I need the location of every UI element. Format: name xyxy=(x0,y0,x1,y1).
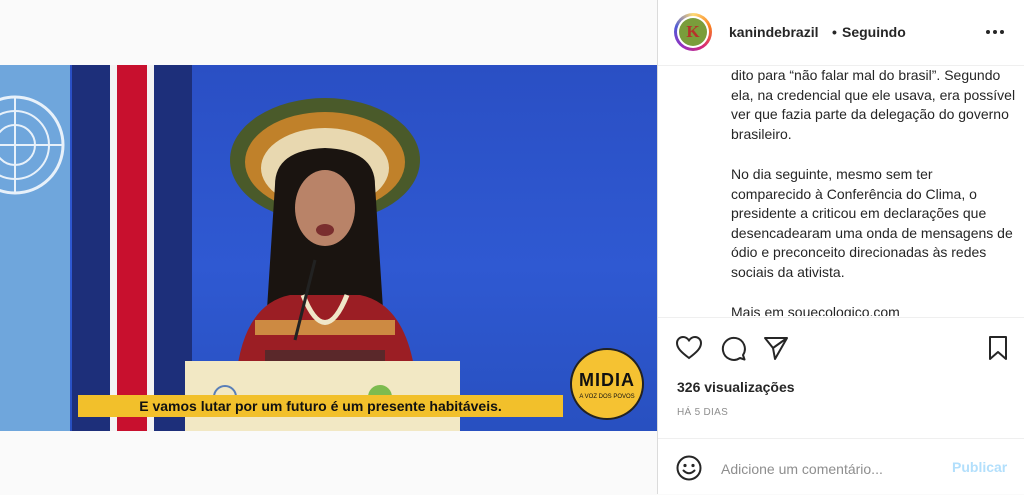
un-banner xyxy=(0,65,70,431)
video-player[interactable]: E vamos lutar por um futuro é um present… xyxy=(0,65,657,431)
caption-paragraph: Mais em souecologico.com xyxy=(731,304,900,316)
avatar-image: K xyxy=(679,18,707,46)
username-link[interactable]: kanindebrazil xyxy=(729,24,818,40)
emoji-icon[interactable] xyxy=(676,455,702,481)
post-caption: dito para “não falar mal do brasil”. Seg… xyxy=(731,66,1016,316)
post-panel: K kanindebrazil • Seguindo dito para “nã… xyxy=(657,0,1024,494)
badge-sublabel: A VOZ DOS POVOS xyxy=(579,394,635,400)
comment-input[interactable] xyxy=(719,457,943,481)
like-heart-icon[interactable] xyxy=(675,334,703,362)
publish-button[interactable]: Publicar xyxy=(952,459,1007,475)
un-emblem-icon xyxy=(0,95,65,195)
caption-paragraph: dito para “não falar mal do brasil”. Seg… xyxy=(731,67,1016,142)
comment-icon[interactable] xyxy=(719,334,747,362)
post-date[interactable]: HÁ 5 DIAS xyxy=(677,407,728,418)
post-header: K kanindebrazil • Seguindo xyxy=(658,0,1024,66)
uk-flag xyxy=(72,65,192,431)
separator-dot: • xyxy=(832,24,837,40)
media-badge: MIDIA A VOZ DOS POVOS xyxy=(570,348,644,420)
video-subtitle: E vamos lutar por um futuro é um present… xyxy=(78,395,563,417)
following-button[interactable]: Seguindo xyxy=(842,24,906,40)
more-options-icon[interactable] xyxy=(984,22,1006,42)
media-area: E vamos lutar por um futuro é um present… xyxy=(0,0,657,494)
view-count[interactable]: 326 visualizações xyxy=(677,379,795,395)
badge-label: MIDIA xyxy=(579,370,635,390)
caption-paragraph: No dia seguinte, mesmo sem ter compareci… xyxy=(731,166,1013,280)
avatar[interactable]: K xyxy=(674,13,712,51)
action-bar xyxy=(658,317,1024,361)
save-bookmark-icon[interactable] xyxy=(984,334,1012,362)
speaker-figure xyxy=(230,98,420,380)
comment-bar: Publicar xyxy=(658,438,1024,495)
share-send-icon[interactable] xyxy=(762,334,790,362)
